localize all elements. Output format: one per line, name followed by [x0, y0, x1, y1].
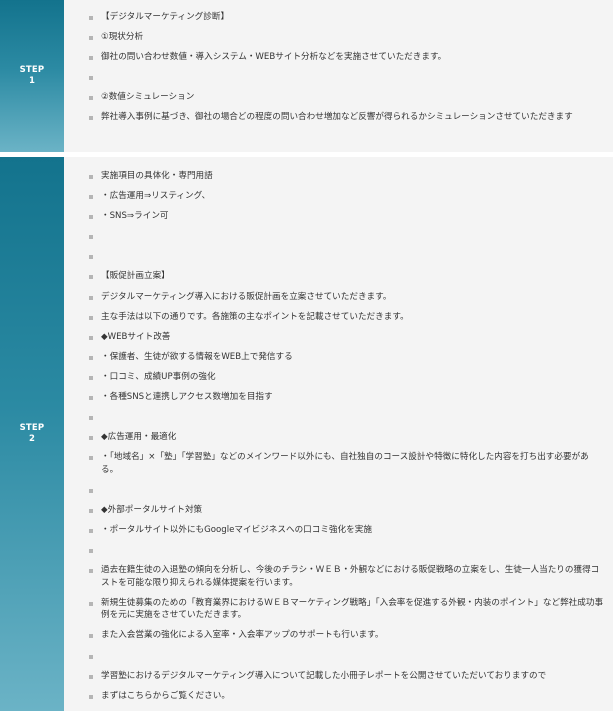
list-item: ・広告運用⇒リスティング、 [64, 190, 613, 203]
list-item [64, 544, 613, 557]
step-number: 2 [28, 434, 36, 444]
list-item [64, 230, 613, 243]
list-item: 【販促計画立案】 [64, 270, 613, 283]
list-item: 御社の問い合わせ数値・導入システム・WEBサイト分析などを実施させていただきます… [64, 51, 613, 64]
list-item: ①現状分析 [64, 31, 613, 44]
list-item: ◆WEBサイト改善 [64, 331, 613, 344]
list-item: まずはこちらからご覧ください。 [64, 690, 613, 703]
list-item: 過去在籍生徒の入退塾の傾向を分析し、今後のチラシ・ＷＥＢ・外観などにおける販促戦… [64, 564, 613, 589]
list-item: 【デジタルマーケティング診断】 [64, 11, 613, 24]
step-label-text: STEP [19, 423, 45, 433]
list-item: ・保護者、生徒が欲する情報をWEB上で発信する [64, 351, 613, 364]
list-item: デジタルマーケティング導入における販促計画を立案させていただきます。 [64, 291, 613, 304]
list-item: 実施項目の具体化・専門用語 [64, 170, 613, 183]
list-item: また入会営業の強化による入室率・入会率アップのサポートも行います。 [64, 629, 613, 642]
step-number: 1 [28, 76, 36, 86]
step-2-label: STEP 2 [0, 157, 64, 711]
list-item: ・SNS⇒ライン可 [64, 210, 613, 223]
list-item: ・口コミ、成績UP事例の強化 [64, 371, 613, 384]
list-item: ・各種SNSと連携しアクセス数増加を目指す [64, 391, 613, 404]
list-item: ・「地域名」×「塾」「学習塾」などのメインワード以外にも、自社独自のコース設計や… [64, 451, 613, 476]
list-item: 新規生徒募集のための「教育業界におけるＷＥＢマーケティング戦略」「入会率を促進す… [64, 597, 613, 622]
list-item [64, 484, 613, 497]
step-2-block: STEP 2 実施項目の具体化・専門用語 ・広告運用⇒リスティング、 ・SNS⇒ライ… [0, 157, 613, 711]
list-item: ◆広告運用・最適化 [64, 431, 613, 444]
list-item: ・ポータルサイト以外にもGoogleマイビジネスへの口コミ強化を実施 [64, 524, 613, 537]
step-1-block: STEP 1 【デジタルマーケティング診断】 ①現状分析御社の問い合わせ数値・導入… [0, 0, 613, 152]
list-item [64, 71, 613, 84]
step-1-content: 【デジタルマーケティング診断】 ①現状分析御社の問い合わせ数値・導入システム・WE… [64, 0, 613, 152]
list-item: ②数値シミュレーション [64, 91, 613, 104]
list-item: 学習塾におけるデジタルマーケティング導入について記載した小冊子レポートを公開させ… [64, 670, 613, 683]
list-item: ◆外部ポータルサイト対策 [64, 504, 613, 517]
step-1-list: 【デジタルマーケティング診断】 ①現状分析御社の問い合わせ数値・導入システム・WE… [64, 11, 613, 124]
step-1-label: STEP 1 [0, 0, 64, 152]
list-item [64, 250, 613, 263]
step-label-text: STEP [19, 65, 45, 75]
list-item: 主な手法は以下の通りです。各施策の主なポイントを記載させていただきます。 [64, 311, 613, 324]
list-item [64, 650, 613, 663]
list-item: 弊社導入事例に基づき、御社の場合どの程度の問い合わせ増加など反響が得られるかシミ… [64, 111, 613, 124]
step-2-content: 実施項目の具体化・専門用語 ・広告運用⇒リスティング、 ・SNS⇒ライン可 【販促計画… [64, 157, 613, 711]
list-item [64, 411, 613, 424]
step-2-list: 実施項目の具体化・専門用語 ・広告運用⇒リスティング、 ・SNS⇒ライン可 【販促計画… [64, 170, 613, 702]
